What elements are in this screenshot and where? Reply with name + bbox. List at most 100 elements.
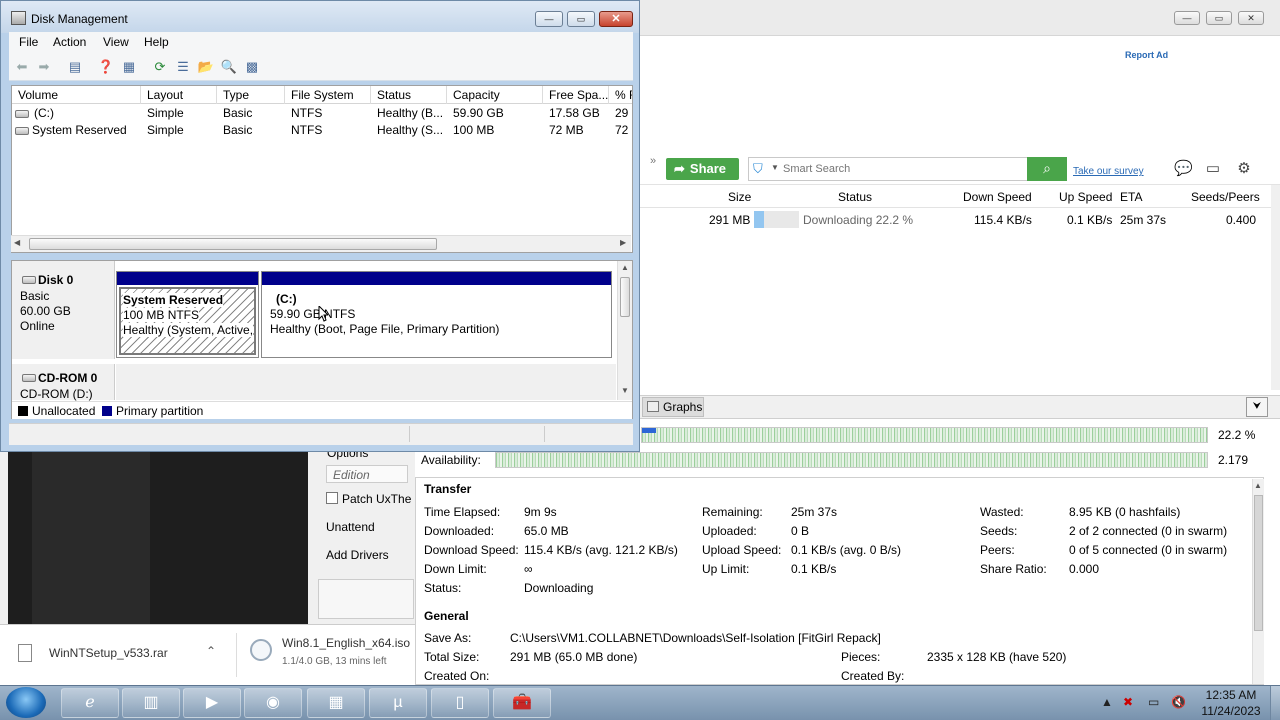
magnify-icon[interactable]: 🔍 <box>220 58 238 76</box>
properties-icon[interactable]: ▦ <box>120 58 138 76</box>
table-row[interactable]: System Reserved Simple Basic NTFS Health… <box>12 122 632 139</box>
col-percent-free[interactable]: % F <box>615 88 632 102</box>
share-button[interactable]: ➦ Share <box>666 158 739 180</box>
search-box[interactable]: ⛉ ▼ <box>748 157 1028 181</box>
report-ad-link[interactable]: Report Ad <box>1125 50 1168 60</box>
menu-help[interactable]: Help <box>144 35 169 49</box>
control-panel-icon[interactable]: ▦ <box>307 688 365 718</box>
maximize-button[interactable]: ▭ <box>1206 11 1232 25</box>
hscroll-thumb[interactable] <box>29 238 437 250</box>
scroll-up-arrow-icon[interactable]: ▲ <box>1254 481 1262 490</box>
volume-muted-icon[interactable]: 🔇 <box>1171 695 1186 709</box>
media-player-icon[interactable]: ▶ <box>183 688 241 718</box>
partition-c[interactable]: (C:) 59.90 GB NTFS Healthy (Boot, Page F… <box>261 271 612 358</box>
col-sep[interactable] <box>216 86 217 104</box>
chrome-icon[interactable]: ◉ <box>244 688 302 718</box>
edition-field[interactable]: Edition <box>326 465 408 483</box>
col-sep[interactable] <box>140 86 141 104</box>
up-limit-value: 0.1 KB/s <box>791 562 837 576</box>
scroll-up-arrow-icon[interactable]: ▲ <box>621 263 629 272</box>
scroll-right-arrow-icon[interactable]: ▶ <box>620 238 626 247</box>
close-button[interactable]: ✕ <box>599 11 633 27</box>
col-eta[interactable]: ETA <box>1120 190 1142 204</box>
forward-arrow-icon[interactable]: ➡ <box>35 58 53 76</box>
graph-vscrollbar[interactable]: ▲ ▼ <box>617 261 632 400</box>
monitor-icon[interactable]: ▭ <box>1204 160 1222 178</box>
table-row[interactable]: (C:) Simple Basic NTFS Healthy (B... 59.… <box>12 105 632 122</box>
start-button[interactable] <box>6 687 46 718</box>
col-free-space[interactable]: Free Spa... <box>549 88 608 102</box>
network-error-icon[interactable]: ✖ <box>1123 695 1133 709</box>
menu-view[interactable]: View <box>103 35 129 49</box>
details-scroll-thumb[interactable] <box>1254 495 1263 631</box>
col-status[interactable]: Status <box>377 88 411 102</box>
grid-icon[interactable]: ▩ <box>243 58 261 76</box>
expand-chevron-icon[interactable]: » <box>650 155 656 167</box>
col-type[interactable]: Type <box>223 88 249 102</box>
back-arrow-icon[interactable]: ⬅ <box>13 58 31 76</box>
search-button[interactable]: ⌕ <box>1027 157 1067 181</box>
col-volume[interactable]: Volume <box>18 88 58 102</box>
col-up-speed[interactable]: Up Speed <box>1059 190 1112 204</box>
minimize-button[interactable]: — <box>535 11 563 27</box>
clock-time[interactable]: 12:35 AM <box>1196 688 1266 702</box>
col-sep[interactable] <box>370 86 371 104</box>
console-tree-icon[interactable]: ▤ <box>66 58 84 76</box>
col-file-system[interactable]: File System <box>291 88 354 102</box>
download-item-name[interactable]: WinNTSetup_v533.rar <box>49 646 168 660</box>
help-icon[interactable]: ❓ <box>97 58 115 76</box>
col-sep[interactable] <box>542 86 543 104</box>
caret-down-icon[interactable]: ▼ <box>771 163 779 172</box>
refresh-icon[interactable]: ⟳ <box>151 58 169 76</box>
col-status[interactable]: Status <box>838 190 872 204</box>
tab-graphs[interactable]: Graphs <box>642 397 704 417</box>
torrent-list-scrollbar[interactable] <box>1271 185 1280 390</box>
chat-icon[interactable]: 💬 <box>1174 160 1193 178</box>
col-seeds-peers[interactable]: Seeds/Peers <box>1191 190 1260 204</box>
winntsetup-button-area[interactable] <box>318 579 414 619</box>
scroll-down-arrow-icon[interactable]: ▼ <box>621 386 629 395</box>
maximize-button[interactable]: ▭ <box>567 11 595 27</box>
col-layout[interactable]: Layout <box>147 88 183 102</box>
download-item-name-2[interactable]: Win8.1_English_x64.iso <box>282 636 410 650</box>
col-sep[interactable] <box>284 86 285 104</box>
col-sep[interactable] <box>608 86 609 104</box>
patch-checkbox[interactable] <box>326 492 338 504</box>
explorer-icon[interactable]: ▥ <box>122 688 180 718</box>
disk-0-label[interactable]: Disk 0 Basic 60.00 GB Online <box>12 261 115 359</box>
menu-file[interactable]: File <box>19 35 38 49</box>
ie-icon[interactable]: ℯ <box>61 688 119 718</box>
chevron-up-icon[interactable]: ⌃ <box>206 644 216 658</box>
vscroll-thumb[interactable] <box>620 277 630 317</box>
show-desktop-button[interactable] <box>1270 686 1280 720</box>
cell-free-space: 17.58 GB <box>549 106 600 120</box>
file-icon[interactable]: ▯ <box>431 688 489 718</box>
chevron-down-icon[interactable]: ⮟ <box>1246 397 1268 417</box>
col-size[interactable]: Size <box>728 190 751 204</box>
scroll-left-arrow-icon[interactable]: ◀ <box>14 238 20 247</box>
partition-system-reserved[interactable]: System Reserved 100 MB NTFS Healthy (Sys… <box>116 271 259 358</box>
cdrom-0-label[interactable]: CD-ROM 0 CD-ROM (D:) <box>12 364 115 401</box>
folder-open-icon[interactable]: 📂 <box>197 58 215 76</box>
tray-expand-icon[interactable]: ▲ <box>1101 695 1113 709</box>
col-sep[interactable] <box>446 86 447 104</box>
add-drivers-label[interactable]: Add Drivers <box>326 548 389 562</box>
survey-link[interactable]: Take our survey <box>1073 166 1144 177</box>
search-input[interactable] <box>783 161 1023 177</box>
gear-icon[interactable]: ⚙ <box>1235 160 1253 178</box>
col-capacity[interactable]: Capacity <box>453 88 500 102</box>
menu-action[interactable]: Action <box>53 35 86 49</box>
utorrent-icon[interactable]: µ <box>369 688 427 718</box>
details-scrollbar[interactable]: ▲ <box>1252 479 1264 684</box>
display-icon[interactable]: ▭ <box>1148 695 1159 709</box>
close-button[interactable]: ✕ <box>1238 11 1264 25</box>
toolbox-icon[interactable]: 🧰 <box>493 688 551 718</box>
minimize-button[interactable]: — <box>1174 11 1200 25</box>
table-row[interactable]: 291 MB Downloading 22.2 % 115.4 KB/s 0.1… <box>640 208 1272 230</box>
file-icon <box>18 644 32 662</box>
settings-list-icon[interactable]: ☰ <box>174 58 192 76</box>
unattend-label[interactable]: Unattend <box>326 520 375 534</box>
volume-list-hscrollbar[interactable]: ◀ ▶ <box>11 235 631 252</box>
clock-date[interactable]: 11/24/2023 <box>1196 704 1266 718</box>
col-down-speed[interactable]: Down Speed <box>963 190 1032 204</box>
